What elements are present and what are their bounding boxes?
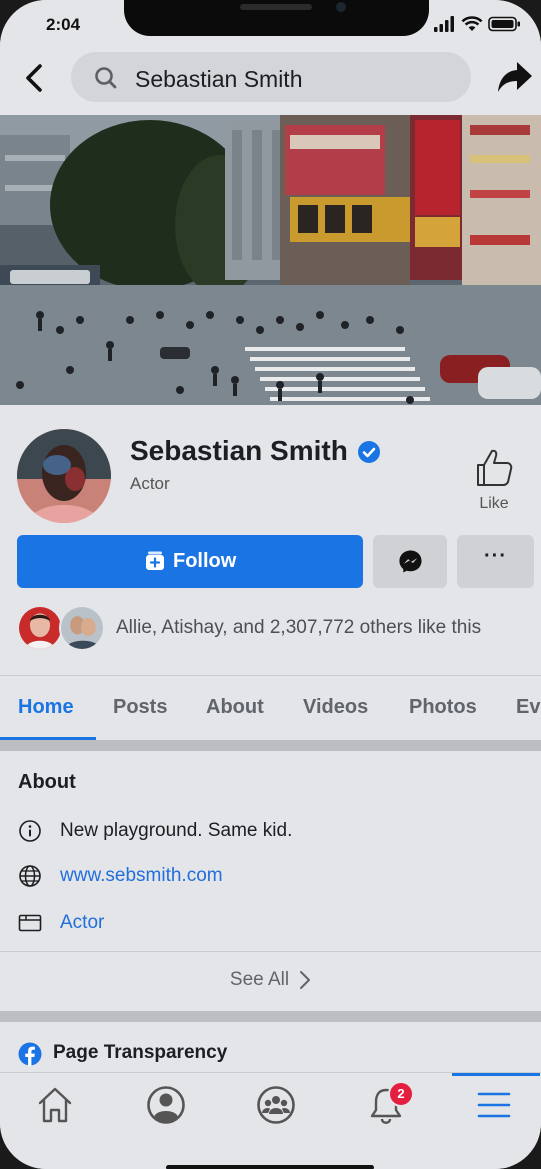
info-icon	[19, 820, 41, 842]
nav-profile[interactable]	[134, 1085, 194, 1135]
tab-events[interactable]: Ev	[516, 696, 540, 719]
nav-groups[interactable]	[244, 1085, 304, 1135]
category-link[interactable]: Actor	[60, 912, 104, 934]
section-separator	[0, 740, 541, 751]
follow-icon	[146, 551, 164, 570]
profile-header: Sebastian Smith Actor Like Follow ··· Al…	[0, 405, 541, 675]
divider	[0, 951, 541, 952]
see-all-button[interactable]: See All	[0, 969, 541, 991]
bottom-navigation: 2	[0, 1072, 541, 1169]
facebook-icon	[18, 1042, 42, 1066]
signal-icon	[434, 16, 454, 32]
about-title: About	[18, 771, 76, 793]
bio-text: New playground. Same kid.	[60, 820, 293, 841]
message-button[interactable]	[373, 535, 447, 588]
more-options-button[interactable]: ···	[457, 535, 534, 588]
tab-videos[interactable]: Videos	[303, 696, 368, 719]
profile-tabs: Home Posts About Videos Photos Ev	[0, 676, 541, 740]
active-nav-indicator	[452, 1073, 540, 1076]
section-separator	[0, 1011, 541, 1022]
liker-avatar	[59, 605, 105, 651]
battery-icon	[488, 16, 520, 32]
share-icon[interactable]	[497, 60, 533, 94]
phone-screen: 2:04 Sebastian Smith Sebastian Smith Act…	[0, 0, 541, 1169]
page-transparency-section[interactable]: Page Transparency	[0, 1022, 541, 1072]
groups-icon	[257, 1086, 295, 1124]
follow-button[interactable]: Follow	[17, 535, 363, 588]
like-button[interactable]: Like	[470, 447, 518, 517]
like-icon	[477, 449, 513, 486]
status-bar: 2:04	[0, 0, 541, 48]
page-transparency-title: Page Transparency	[53, 1042, 228, 1063]
category-row: Actor	[18, 908, 104, 938]
menu-icon	[477, 1092, 511, 1118]
profile-icon	[147, 1086, 185, 1124]
verified-icon	[358, 441, 380, 463]
home-icon	[38, 1087, 72, 1123]
website-link[interactable]: www.sebsmith.com	[60, 865, 223, 887]
category-icon	[18, 914, 42, 932]
status-time: 2:04	[46, 15, 81, 34]
follow-label: Follow	[173, 549, 237, 572]
more-label: ···	[484, 545, 507, 567]
see-all-label: See All	[229, 969, 290, 990]
likes-summary[interactable]: Allie, Atishay, and 2,307,772 others lik…	[116, 617, 481, 639]
about-section: About New playground. Same kid. www.sebs…	[0, 751, 541, 1011]
messenger-icon	[399, 550, 422, 573]
profile-category: Actor	[130, 474, 170, 493]
chevron-right-icon	[300, 971, 311, 989]
back-icon[interactable]	[20, 60, 50, 96]
nav-menu[interactable]	[464, 1085, 524, 1135]
search-bar[interactable]: Sebastian Smith	[71, 52, 471, 102]
search-header: Sebastian Smith	[0, 48, 541, 114]
liker-avatar	[17, 605, 63, 651]
search-query: Sebastian Smith	[135, 66, 303, 92]
profile-name: Sebastian Smith	[130, 435, 348, 466]
tab-about[interactable]: About	[206, 696, 264, 719]
website-row: www.sebsmith.com	[18, 861, 223, 891]
liker-avatars	[17, 605, 107, 653]
like-label: Like	[479, 495, 509, 512]
tab-photos[interactable]: Photos	[409, 696, 477, 719]
nav-home[interactable]	[24, 1085, 84, 1135]
search-icon	[95, 67, 117, 89]
notification-badge: 2	[388, 1081, 414, 1107]
notch	[124, 0, 429, 36]
tab-home[interactable]: Home	[18, 696, 74, 719]
home-indicator	[166, 1165, 374, 1169]
avatar[interactable]	[17, 429, 111, 523]
bio-row: New playground. Same kid.	[18, 816, 292, 846]
globe-icon	[19, 865, 41, 887]
wifi-icon	[461, 16, 483, 31]
tab-posts[interactable]: Posts	[113, 696, 167, 719]
cover-photo[interactable]	[0, 115, 541, 405]
